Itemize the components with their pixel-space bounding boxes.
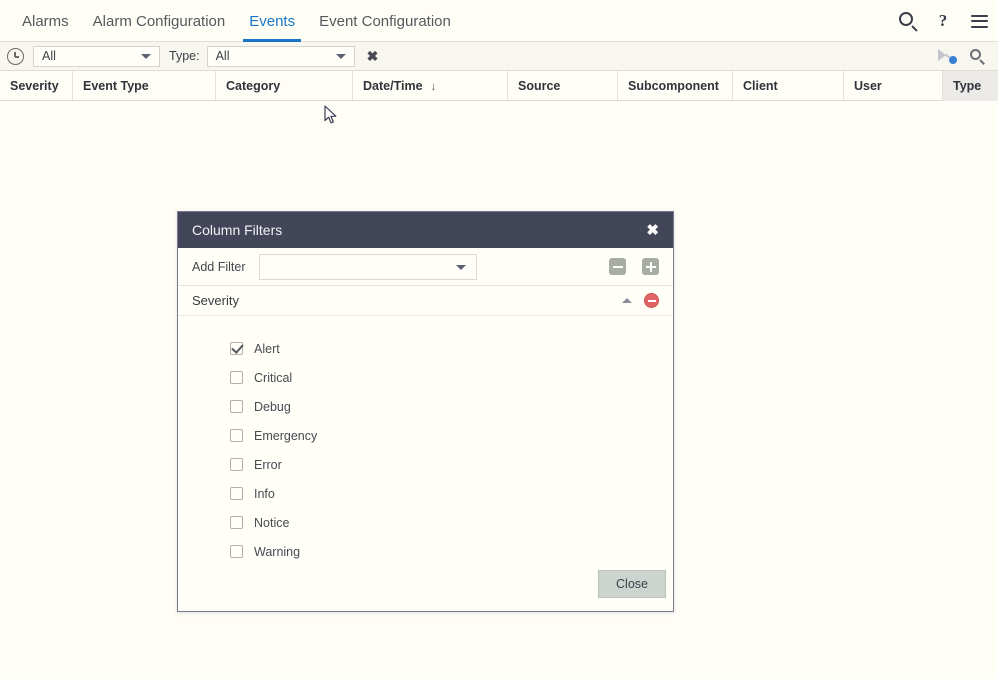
table-search-icon[interactable]: [969, 48, 986, 65]
nav-icon-group: ?: [898, 0, 990, 42]
column-header-label: Client: [743, 78, 778, 93]
sort-descending-icon: ↓: [430, 78, 437, 93]
filter-toolbar: All Type: All ✖: [0, 42, 998, 71]
mouse-cursor: [324, 105, 338, 125]
checkbox-row-emergency[interactable]: Emergency: [230, 421, 673, 450]
filter-section-actions: [622, 293, 659, 308]
hamburger-bar: [970, 14, 988, 17]
column-header-user[interactable]: User: [843, 70, 942, 101]
checkbox-icon[interactable]: [230, 371, 243, 384]
column-header-label: Subcomponent: [628, 78, 719, 93]
add-filter-buttons: [609, 258, 659, 275]
clear-filters-icon[interactable]: ✖: [367, 49, 379, 63]
checkbox-icon[interactable]: [230, 400, 243, 413]
column-header-label: Type: [953, 78, 982, 93]
help-icon[interactable]: ?: [932, 10, 954, 32]
nav-tab-label: Event Configuration: [319, 12, 451, 30]
add-filter-select[interactable]: [259, 253, 477, 280]
column-header-date-time[interactable]: Date/Time ↓: [352, 70, 507, 101]
column-header-source[interactable]: Source: [507, 70, 617, 101]
search-icon-ring: [970, 48, 981, 60]
search-icon[interactable]: [898, 11, 918, 32]
search-icon-handle: [911, 25, 918, 32]
nav-tab-alarm-configuration[interactable]: Alarm Configuration: [81, 0, 238, 42]
remove-filter-button[interactable]: [609, 258, 626, 275]
column-header-label: Date/Time: [363, 78, 423, 93]
remove-section-icon[interactable]: [644, 293, 659, 308]
column-header-label: Severity: [10, 78, 59, 93]
checkbox-icon[interactable]: [230, 458, 243, 471]
type-filter-select[interactable]: All: [206, 45, 355, 67]
filter-section-title: Severity: [192, 293, 239, 308]
checkbox-label: Error: [254, 457, 282, 472]
add-filter-button[interactable]: [642, 258, 659, 275]
checkbox-row-alert[interactable]: Alert: [230, 334, 673, 363]
column-header-label: User: [854, 78, 882, 93]
menu-icon[interactable]: [968, 10, 990, 32]
column-header-label: Event Type: [83, 78, 149, 93]
checkbox-row-critical[interactable]: Critical: [230, 363, 673, 392]
nav-tab-label: Events: [249, 12, 296, 30]
chevron-up-icon[interactable]: [622, 298, 632, 303]
severity-option-list: Alert Critical Debug Emergency Error Inf…: [178, 316, 673, 566]
filter-section-header-severity: Severity: [178, 286, 673, 316]
hamburger-bar: [970, 25, 988, 28]
column-header-severity[interactable]: Severity: [0, 71, 72, 101]
checkbox-icon[interactable]: [230, 429, 243, 442]
checkbox-icon[interactable]: [230, 516, 243, 529]
checkbox-label: Emergency: [254, 428, 318, 443]
funnel-active-dot: [949, 56, 957, 64]
search-icon-handle: [979, 58, 985, 65]
dialog-title: Column Filters: [192, 222, 283, 238]
column-header-category[interactable]: Category: [215, 70, 352, 101]
add-filter-label: Add Filter: [192, 259, 246, 274]
column-header-subcomponent[interactable]: Subcomponent: [617, 70, 732, 101]
nav-tab-label: Alarms: [22, 12, 69, 30]
clock-icon[interactable]: [7, 47, 24, 65]
nav-tab-list: Alarms Alarm Configuration Events Event …: [10, 0, 463, 42]
column-header-type[interactable]: Type: [942, 70, 998, 101]
checkbox-icon[interactable]: [230, 487, 243, 500]
column-filters-icon[interactable]: [937, 47, 957, 65]
chevron-down-icon: [456, 264, 466, 270]
checkbox-label: Debug: [254, 399, 291, 414]
nav-tab-event-configuration[interactable]: Event Configuration: [307, 0, 463, 42]
type-filter-value: All: [215, 49, 230, 63]
checkbox-label: Alert: [254, 341, 280, 356]
checkbox-label: Critical: [254, 370, 293, 385]
time-range-select[interactable]: All: [33, 45, 160, 67]
checkbox-row-info[interactable]: Info: [230, 479, 673, 508]
chevron-down-icon: [141, 54, 151, 59]
chevron-down-icon: [335, 54, 346, 59]
hamburger-bar: [970, 20, 988, 22]
close-button[interactable]: Close: [598, 570, 666, 598]
column-header-label: Source: [518, 78, 561, 93]
hamburger-icon: [970, 14, 988, 28]
column-header-event-type[interactable]: Event Type: [72, 70, 215, 101]
checkbox-row-notice[interactable]: Notice: [230, 508, 673, 537]
column-header-label: Category: [226, 78, 281, 93]
checkbox-row-debug[interactable]: Debug: [230, 392, 673, 421]
dialog-title-bar[interactable]: Column Filters ✖: [178, 212, 673, 248]
column-filters-dialog: Column Filters ✖ Add Filter Severity Ale…: [177, 211, 674, 612]
add-filter-row: Add Filter: [178, 248, 673, 286]
filter-toolbar-right-icons: [937, 47, 986, 65]
checkbox-label: Info: [254, 486, 275, 501]
top-navigation-bar: Alarms Alarm Configuration Events Event …: [0, 0, 998, 42]
close-icon[interactable]: ✖: [646, 223, 659, 238]
nav-tab-events[interactable]: Events: [237, 0, 307, 42]
dialog-footer: Close: [178, 557, 673, 611]
checkbox-row-error[interactable]: Error: [230, 450, 673, 479]
checkbox-label: Notice: [254, 515, 290, 530]
column-header-client[interactable]: Client: [732, 70, 843, 101]
checkbox-icon[interactable]: [230, 342, 243, 355]
type-filter-label: Type:: [169, 49, 200, 63]
nav-tab-label: Alarm Configuration: [92, 12, 226, 30]
help-icon-glyph: ?: [938, 11, 948, 30]
table-column-headers: Severity Event Type Category Date/Time ↓…: [0, 70, 998, 101]
nav-tab-alarms[interactable]: Alarms: [10, 0, 81, 42]
time-range-value: All: [42, 49, 56, 63]
search-icon-ring: [899, 12, 913, 26]
